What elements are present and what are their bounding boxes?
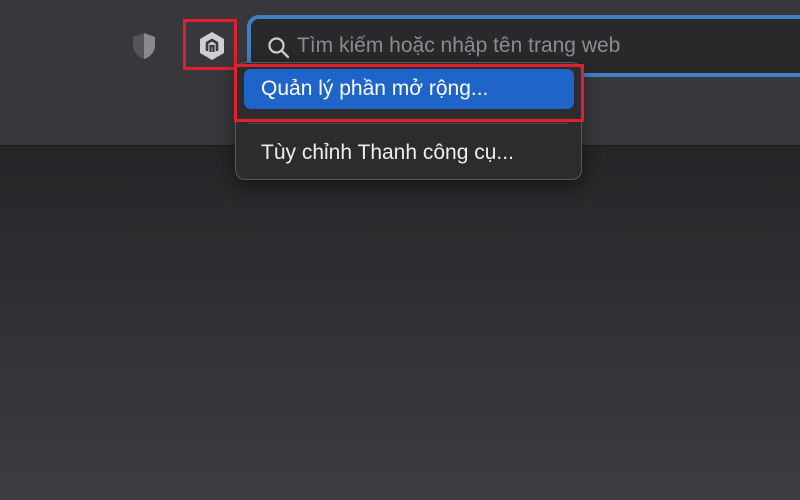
search-input[interactable] <box>297 27 797 65</box>
menu-item-customize-toolbar[interactable]: Tùy chỉnh Thanh công cụ... <box>244 133 574 173</box>
page-content-area <box>0 146 800 500</box>
menu-separator <box>248 123 568 124</box>
magnifier-icon <box>267 36 291 60</box>
menu-item-annotation-box <box>234 64 584 122</box>
menu-item-label: Tùy chỉnh Thanh công cụ... <box>261 141 514 164</box>
shield-icon[interactable] <box>131 32 157 60</box>
extension-button-annotation-box <box>183 19 237 70</box>
